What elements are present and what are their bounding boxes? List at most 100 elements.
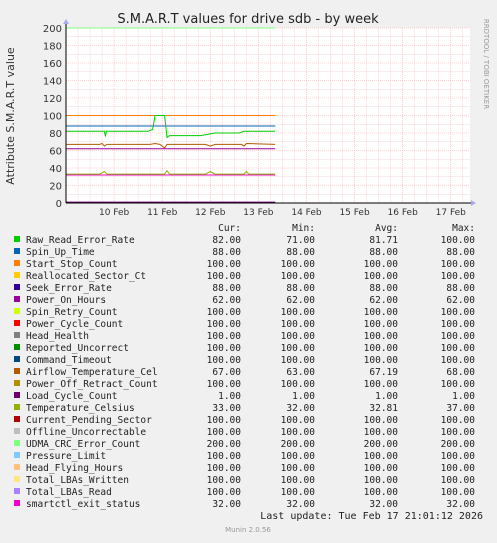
legend-value-min: 100.00	[281, 415, 316, 426]
legend-value-max: 68.00	[446, 367, 475, 378]
y-tick-label: 100	[43, 112, 62, 123]
legend-value-max: 100.00	[441, 415, 476, 426]
x-tick-label: 15 Feb	[339, 208, 370, 218]
y-tick-label: 160	[43, 59, 62, 70]
legend-value-avg: 62.00	[369, 295, 398, 306]
legend-value-cur: 100.00	[207, 343, 242, 354]
x-tick-label: 10 Feb	[99, 208, 130, 218]
legend-value-avg: 67.19	[369, 367, 398, 378]
legend-value-cur: 32.00	[212, 499, 241, 510]
y-tick-label: 0	[56, 199, 62, 210]
legend-value-max: 100.00	[441, 427, 476, 438]
legend-value-cur: 100.00	[207, 331, 242, 342]
legend-series-name: Raw_Read_Error_Rate	[26, 235, 135, 246]
legend-swatch	[14, 260, 20, 266]
legend-header-min: Min:	[292, 223, 315, 234]
legend-value-avg: 100.00	[364, 379, 399, 390]
y-tick-label: 180	[43, 42, 62, 53]
x-tick-label: 17 Feb	[436, 208, 467, 218]
legend-value-min: 100.00	[281, 487, 316, 498]
legend-value-cur: 82.00	[212, 235, 241, 246]
legend-series-name: Reported_Uncorrect	[26, 343, 129, 354]
legend-swatch	[14, 236, 20, 242]
legend-series-name: smartctl_exit_status	[26, 499, 140, 510]
legend-series-name: Power_Off_Retract_Count	[26, 379, 158, 390]
legend-value-max: 62.00	[446, 295, 475, 306]
legend-swatch	[14, 248, 20, 254]
legend-value-avg: 32.00	[369, 499, 398, 510]
legend-value-max: 100.00	[441, 271, 476, 282]
legend-value-avg: 100.00	[364, 475, 399, 486]
legend-value-max: 100.00	[441, 331, 476, 342]
y-tick-label: 120	[43, 94, 62, 105]
legend-value-cur: 88.00	[212, 283, 241, 294]
legend-value-cur: 200.00	[207, 439, 242, 450]
legend-swatch	[14, 296, 20, 302]
legend-value-max: 32.00	[446, 499, 475, 510]
legend-swatch	[14, 428, 20, 434]
munin-version: Munin 2.0.56	[225, 526, 271, 534]
legend-series-name: Power_Cycle_Count	[26, 319, 123, 330]
munin-graph: S.M.A.R.T values for drive sdb - by week…	[0, 0, 497, 539]
legend-value-min: 100.00	[281, 307, 316, 318]
legend-value-min: 100.00	[281, 427, 316, 438]
legend-value-avg: 100.00	[364, 343, 399, 354]
legend-swatch	[14, 380, 20, 386]
y-tick-label: 60	[49, 147, 62, 158]
legend-value-max: 1.00	[452, 391, 475, 402]
legend-value-min: 100.00	[281, 343, 316, 354]
legend-header-avg: Avg:	[375, 223, 398, 234]
legend-swatch	[14, 308, 20, 314]
legend-swatch	[14, 452, 20, 458]
y-axis-arrow	[63, 19, 69, 24]
legend-header-max: Max:	[452, 223, 475, 234]
legend-value-cur: 1.00	[218, 391, 241, 402]
legend-series-name: Seek_Error_Rate	[26, 283, 112, 294]
legend-swatch	[14, 356, 20, 362]
legend-value-min: 63.00	[286, 367, 315, 378]
legend-value-min: 100.00	[281, 463, 316, 474]
legend-value-max: 100.00	[441, 319, 476, 330]
rrdtool-side-label: RRDTOOL / TOBI OETIKER	[482, 19, 490, 109]
legend-value-cur: 100.00	[207, 427, 242, 438]
legend-value-avg: 81.71	[369, 235, 398, 246]
legend-value-avg: 200.00	[364, 439, 399, 450]
legend-value-max: 100.00	[441, 379, 476, 390]
legend-value-min: 62.00	[286, 295, 315, 306]
x-tick-label: 16 Feb	[388, 208, 419, 218]
legend-value-max: 100.00	[441, 259, 476, 270]
legend-swatch	[14, 476, 20, 482]
legend-value-max: 200.00	[441, 439, 476, 450]
legend-value-cur: 100.00	[207, 475, 242, 486]
legend-value-min: 100.00	[281, 475, 316, 486]
legend-series-name: Command_Timeout	[26, 355, 112, 366]
legend-value-max: 100.00	[441, 235, 476, 246]
legend-value-avg: 100.00	[364, 259, 399, 270]
legend-value-max: 100.00	[441, 307, 476, 318]
legend-value-avg: 100.00	[364, 451, 399, 462]
legend-series-name: Head_Flying_Hours	[26, 463, 123, 474]
legend-series-name: Total_LBAs_Read	[26, 487, 112, 498]
legend-value-min: 100.00	[281, 331, 316, 342]
y-tick-label: 200	[43, 24, 62, 35]
y-tick-label: 40	[49, 164, 62, 175]
legend-swatch	[14, 404, 20, 410]
y-tick-label: 140	[43, 77, 62, 88]
legend-value-cur: 100.00	[207, 307, 242, 318]
legend-series-name: Current_Pending_Sector	[26, 415, 152, 426]
x-tick-label: 14 Feb	[291, 208, 322, 218]
last-update-text: Last update: Tue Feb 17 21:01:12 2026	[260, 511, 483, 522]
legend-value-avg: 100.00	[364, 271, 399, 282]
legend-series-name: Temperature_Celsius	[26, 403, 135, 414]
legend-swatch	[14, 320, 20, 326]
legend-value-cur: 33.00	[212, 403, 241, 414]
legend-value-avg: 100.00	[364, 415, 399, 426]
legend-value-max: 100.00	[441, 451, 476, 462]
legend-series-name: Pressure_Limit	[26, 451, 106, 462]
legend-swatch	[14, 500, 20, 506]
legend-value-cur: 67.00	[212, 367, 241, 378]
legend-series-name: Total_LBAs_Written	[26, 475, 129, 486]
legend-swatch	[14, 368, 20, 374]
legend-value-cur: 100.00	[207, 355, 242, 366]
legend-value-cur: 100.00	[207, 319, 242, 330]
